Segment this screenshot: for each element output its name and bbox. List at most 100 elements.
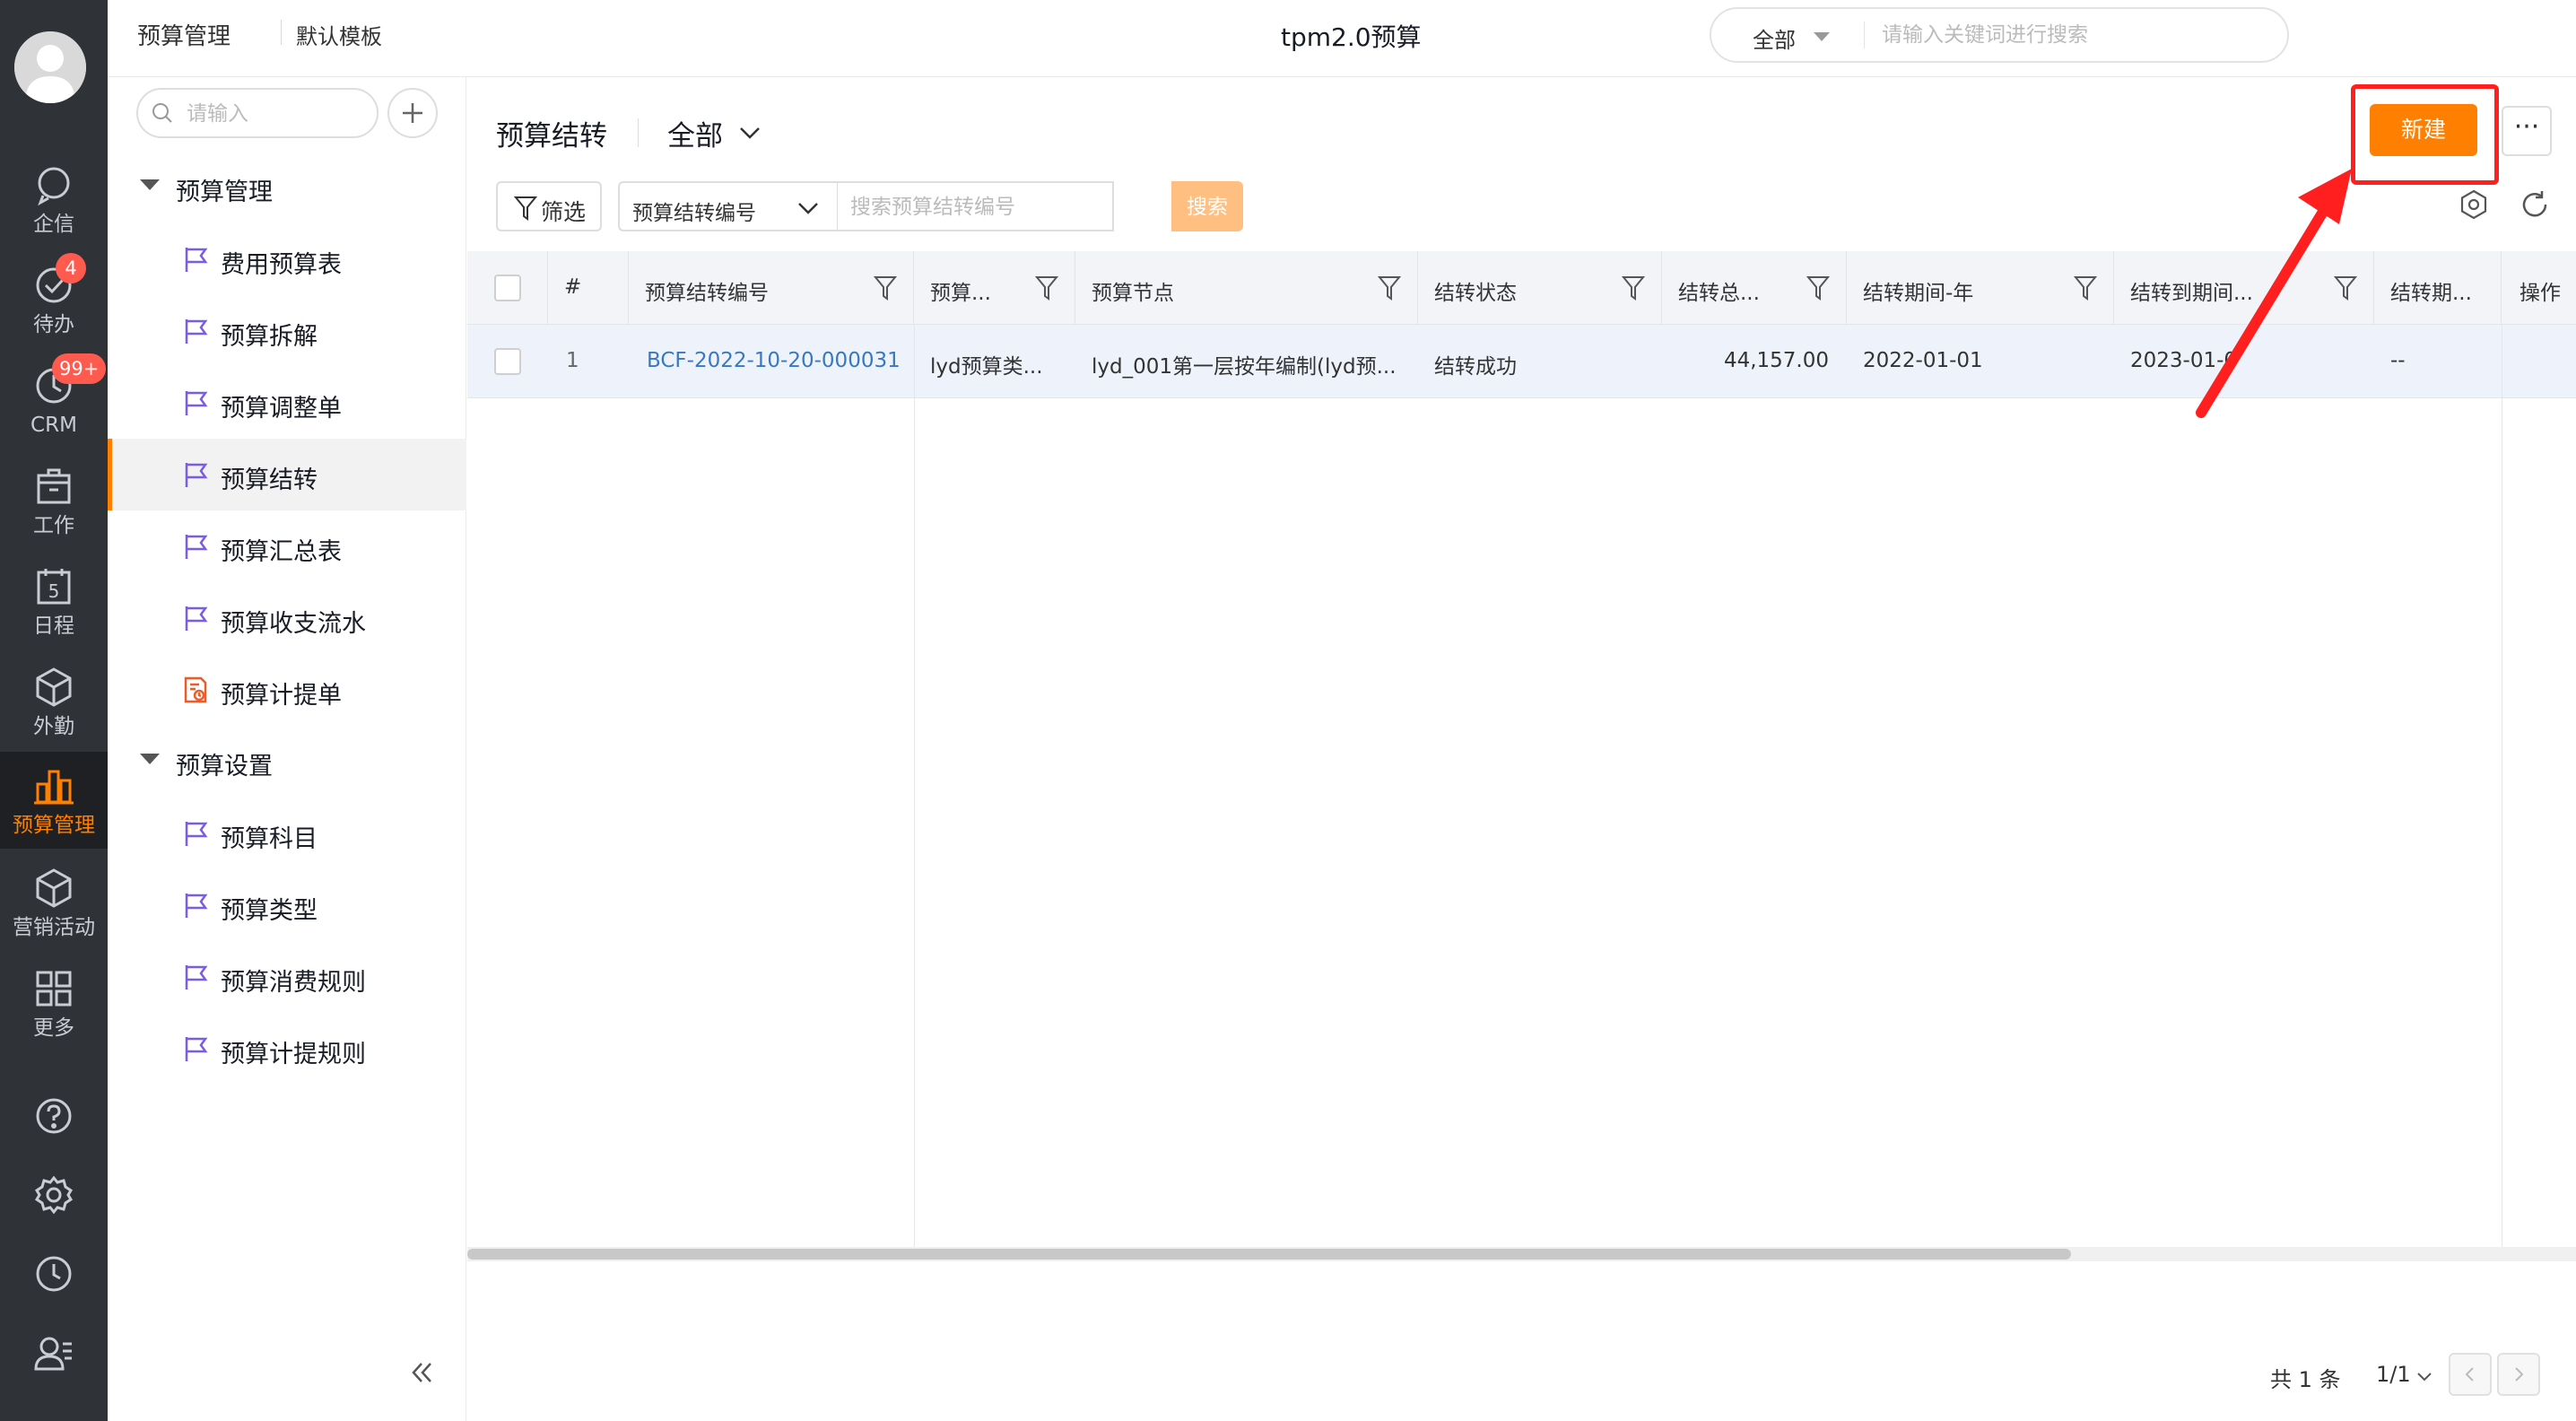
global-search-input[interactable] <box>1882 18 2258 52</box>
nav-search-input[interactable] <box>187 99 366 129</box>
rail-item-field[interactable]: 外勤 <box>0 655 108 752</box>
flag-icon <box>181 460 210 489</box>
nav-item-expense-budget[interactable]: 费用预算表 <box>108 223 466 295</box>
column-header-period-year[interactable]: 结转期间-年 <box>1847 251 2114 325</box>
chevron-right-icon <box>2515 1367 2524 1382</box>
column-filter-icon[interactable] <box>1035 275 1058 301</box>
scope-select[interactable]: 全部 <box>667 113 723 153</box>
rail-item-crm[interactable]: 99+ CRM <box>0 353 108 450</box>
chevron-down-icon[interactable] <box>736 118 763 145</box>
column-filter-icon[interactable] <box>2074 275 2097 301</box>
nav-item-label: 预算调整单 <box>221 395 342 423</box>
rail-item-more[interactable]: 更多 <box>0 956 108 1053</box>
column-header-total[interactable]: 结转总... <box>1662 251 1847 325</box>
nav-item-budget-type[interactable]: 预算类型 <box>108 869 466 941</box>
column-header-period-other[interactable]: 结转期... <box>2374 251 2502 325</box>
filter-button[interactable]: 筛选 <box>496 181 602 231</box>
grid-icon <box>32 967 75 1010</box>
app-name[interactable]: 预算管理 <box>137 18 231 51</box>
flag-icon <box>181 891 210 920</box>
history-icon[interactable] <box>32 1252 75 1295</box>
nav-item-label: 费用预算表 <box>221 251 342 279</box>
search-button[interactable]: 搜索 <box>1171 181 1243 231</box>
row-type-cell: lyd预算类... <box>914 325 1075 398</box>
pagination-page-select[interactable]: 1/1 <box>2376 1362 2411 1387</box>
page-header-title: tpm2.0预算 <box>1281 22 1422 52</box>
rail-item-calendar[interactable]: 5 日程 <box>0 554 108 651</box>
rail-item-todo[interactable]: 4 待办 <box>0 253 108 350</box>
row-code-cell: BCF-2022-10-20-000031 <box>629 325 914 398</box>
select-all-checkbox[interactable] <box>494 275 521 301</box>
column-filter-icon[interactable] <box>874 275 897 301</box>
filter-label: 筛选 <box>541 199 587 225</box>
column-filter-icon[interactable] <box>1622 275 1645 301</box>
column-header-label: 结转期... <box>2390 282 2472 305</box>
rail-item-budget[interactable]: 预算管理 <box>0 752 108 849</box>
nav-item-consume-rule[interactable]: 预算消费规则 <box>108 941 466 1013</box>
chevron-down-icon[interactable] <box>2414 1365 2435 1387</box>
search-field-select[interactable]: 预算结转编号 <box>618 181 837 231</box>
help-icon[interactable] <box>32 1094 75 1138</box>
flag-icon <box>181 963 210 991</box>
nav-item-budget-carryover[interactable]: 预算结转 <box>108 439 466 510</box>
search-icon <box>152 103 172 123</box>
row-checkbox[interactable] <box>494 348 521 375</box>
column-header-budget-type[interactable]: 预算... <box>914 251 1075 325</box>
page-title: 预算结转 <box>496 120 607 153</box>
annotation-arrow-icon <box>2196 169 2352 418</box>
settings-gear-icon[interactable] <box>32 1173 75 1216</box>
template-name[interactable]: 默认模板 <box>296 19 382 50</box>
row-status-cell: 结转成功 <box>1418 325 1662 398</box>
cell-number: 44,157.00 <box>1723 349 1829 372</box>
rail-label: CRM <box>30 414 77 437</box>
flag-icon <box>181 245 210 274</box>
column-header-code[interactable]: 预算结转编号 <box>629 251 914 325</box>
nav-item-budget-subject[interactable]: 预算科目 <box>108 798 466 869</box>
column-header-node[interactable]: 预算节点 <box>1075 251 1418 325</box>
scrollbar-thumb[interactable] <box>467 1249 2071 1260</box>
nav-item-accrual-rule[interactable]: 预算计提规则 <box>108 1013 466 1085</box>
record-link[interactable]: BCF-2022-10-20-000031 <box>647 349 901 372</box>
column-filter-icon[interactable] <box>1806 275 1830 301</box>
more-button[interactable]: ··· <box>2502 106 2552 156</box>
column-header-action: 操作 <box>2502 251 2576 325</box>
cell-text: lyd预算类... <box>930 355 1043 379</box>
new-button[interactable]: 新建 <box>2370 104 2477 156</box>
add-button[interactable] <box>387 88 438 138</box>
refresh-icon[interactable] <box>2519 188 2551 221</box>
search-scope-select[interactable]: 全部 <box>1753 22 1796 54</box>
nav-item-label: 预算消费规则 <box>221 969 366 997</box>
pagination-total: 共 1 条 <box>2270 1367 2341 1392</box>
table-settings-icon[interactable] <box>2458 188 2490 221</box>
nav-item-budget-adjust[interactable]: 预算调整单 <box>108 367 466 439</box>
rail-item-chat[interactable]: 企信 <box>0 153 108 249</box>
column-header-status[interactable]: 结转状态 <box>1418 251 1662 325</box>
row-index: 1 <box>566 349 579 372</box>
flag-icon <box>181 1034 210 1063</box>
row-action-cell <box>2502 325 2576 398</box>
next-page-button[interactable] <box>2497 1353 2540 1396</box>
nav-item-budget-flow[interactable]: 预算收支流水 <box>108 582 466 654</box>
cell-text: -- <box>2390 349 2406 372</box>
nav-item-label: 预算拆解 <box>221 323 318 351</box>
contacts-icon[interactable] <box>32 1331 75 1374</box>
row-period-other-cell: -- <box>2374 325 2502 398</box>
nav-item-label: 预算收支流水 <box>221 610 366 638</box>
nav-item-budget-accrual[interactable]: 预算计提单 <box>108 654 466 726</box>
nav-item-budget-summary[interactable]: 预算汇总表 <box>108 510 466 582</box>
user-avatar[interactable] <box>14 31 86 103</box>
horizontal-scrollbar[interactable] <box>467 1247 2576 1261</box>
rail-item-marketing[interactable]: 营销活动 <box>0 856 108 953</box>
column-filter-icon[interactable] <box>1378 275 1401 301</box>
column-header-label: 操作 <box>2519 282 2561 305</box>
row-index-cell: 1 <box>548 325 629 398</box>
collapse-sidebar-icon[interactable] <box>404 1355 439 1390</box>
chevron-left-icon <box>2465 1367 2474 1382</box>
column-header-label: 预算... <box>930 282 991 305</box>
cell-text: 结转成功 <box>1434 355 1517 379</box>
prev-page-button[interactable] <box>2449 1353 2492 1396</box>
record-search-input[interactable] <box>850 194 1101 221</box>
rail-item-work[interactable]: 工作 <box>0 454 108 551</box>
nav-item-budget-split[interactable]: 预算拆解 <box>108 295 466 367</box>
caret-down-icon[interactable] <box>1814 32 1830 41</box>
